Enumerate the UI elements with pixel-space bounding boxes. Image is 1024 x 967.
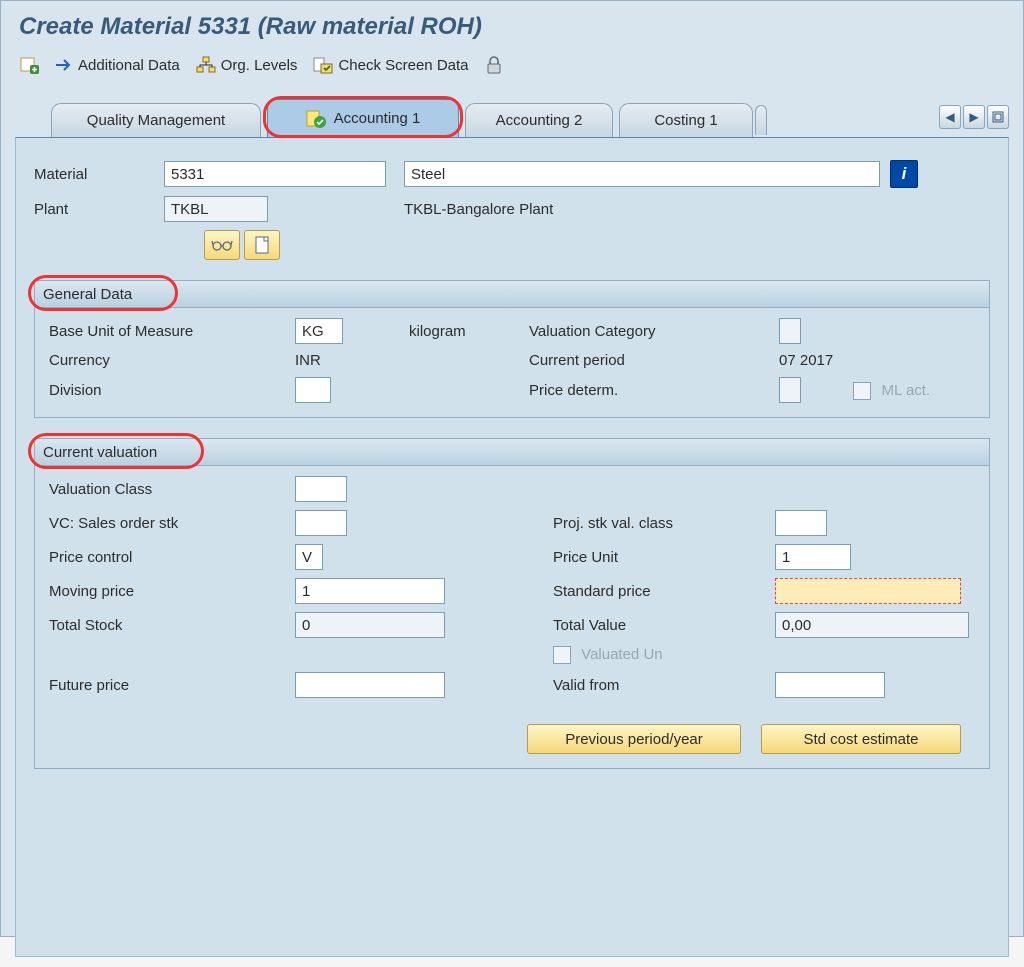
additional-data-button[interactable]: Additional Data <box>55 57 180 74</box>
check-data-icon <box>313 56 333 74</box>
division-field[interactable] <box>295 377 331 403</box>
valid-from-field[interactable] <box>775 672 885 698</box>
additional-data-label: Additional Data <box>78 57 180 74</box>
buom-field[interactable] <box>295 318 343 344</box>
display-button[interactable] <box>204 230 240 260</box>
price-unit-label: Price Unit <box>553 549 775 566</box>
currency-label: Currency <box>49 352 295 369</box>
price-control-label: Price control <box>49 549 295 566</box>
tab-panel: Material i Plant TKBL-Bangalore Plant <box>15 137 1009 957</box>
standard-price-label: Standard price <box>553 583 775 600</box>
org-levels-label: Org. Levels <box>221 57 298 74</box>
tab-quality-management[interactable]: Quality Management <box>51 103 261 137</box>
division-label: Division <box>49 382 295 399</box>
create-document-button[interactable] <box>244 230 280 260</box>
valuated-un-checkbox <box>553 646 571 664</box>
lock-icon <box>485 55 503 75</box>
material-label: Material <box>34 166 164 183</box>
general-data-header: General Data <box>34 280 990 308</box>
moving-price-label: Moving price <box>49 583 295 600</box>
total-stock-label: Total Stock <box>49 617 295 634</box>
future-price-label: Future price <box>49 677 295 694</box>
buom-text: kilogram <box>409 323 529 340</box>
plant-label: Plant <box>34 201 164 218</box>
triangle-right-icon: ▶ <box>969 110 978 124</box>
valuation-class-field[interactable] <box>295 476 347 502</box>
price-unit-field[interactable] <box>775 544 851 570</box>
check-sheet-icon <box>306 110 326 128</box>
material-field[interactable] <box>164 161 386 187</box>
vc-sales-field[interactable] <box>295 510 347 536</box>
valid-from-label: Valid from <box>553 677 775 694</box>
new-material-button[interactable] <box>19 55 39 75</box>
ml-act-checkbox <box>853 382 871 400</box>
future-price-field[interactable] <box>295 672 445 698</box>
current-period-label: Current period <box>529 352 779 369</box>
price-determ-label: Price determ. <box>529 382 779 399</box>
info-icon: i <box>902 164 907 184</box>
plant-field <box>164 196 268 222</box>
tabstrip: Quality Management Accounting 1 Accounti… <box>15 99 1009 137</box>
info-button[interactable]: i <box>890 160 918 188</box>
plant-description-text: TKBL-Bangalore Plant <box>404 201 553 218</box>
lock-button[interactable] <box>485 55 503 75</box>
valuated-un-label: Valuated Un <box>581 646 662 663</box>
check-screen-data-label: Check Screen Data <box>338 57 468 74</box>
valuation-category-label: Valuation Category <box>529 323 779 340</box>
tab-list-all-button[interactable] <box>987 105 1009 129</box>
tab-accounting-2[interactable]: Accounting 2 <box>465 103 613 137</box>
moving-price-field[interactable] <box>295 578 445 604</box>
vc-sales-label: VC: Sales order stk <box>49 515 295 532</box>
total-value-label: Total Value <box>553 617 775 634</box>
current-period-value: 07 2017 <box>779 352 979 369</box>
hierarchy-icon <box>196 56 216 74</box>
tab-scroll-left-button[interactable]: ◀ <box>939 105 961 129</box>
triangle-left-icon: ◀ <box>945 110 954 124</box>
previous-period-button[interactable]: Previous period/year <box>527 724 741 754</box>
std-cost-estimate-button[interactable]: Std cost estimate <box>761 724 961 754</box>
org-levels-button[interactable]: Org. Levels <box>196 56 298 74</box>
ml-act-label: ML act. <box>882 382 931 399</box>
page-title: Create Material 5331 (Raw material ROH) <box>1 1 1023 55</box>
new-with-plus-icon <box>19 55 39 75</box>
valuation-class-label: Valuation Class <box>49 481 295 498</box>
tab-overflow-indicator <box>755 105 767 135</box>
total-stock-field <box>295 612 445 638</box>
standard-price-field[interactable] <box>775 578 961 604</box>
total-value-field <box>775 612 969 638</box>
tab-scroll-right-button[interactable]: ▶ <box>963 105 985 129</box>
buom-label: Base Unit of Measure <box>49 323 295 340</box>
tab-costing-1[interactable]: Costing 1 <box>619 103 753 137</box>
glasses-icon <box>211 238 233 252</box>
price-determ-field <box>779 377 801 403</box>
proj-stk-field[interactable] <box>775 510 827 536</box>
arrow-right-icon <box>55 58 73 72</box>
current-valuation-header: Current valuation <box>34 438 990 466</box>
valuation-category-field <box>779 318 801 344</box>
tab-list-icon <box>992 111 1004 123</box>
document-icon <box>254 236 270 254</box>
price-control-field[interactable] <box>295 544 323 570</box>
currency-value: INR <box>295 352 409 369</box>
check-screen-data-button[interactable]: Check Screen Data <box>313 56 468 74</box>
tab-accounting-1[interactable]: Accounting 1 <box>267 99 459 137</box>
proj-stk-label: Proj. stk val. class <box>553 515 775 532</box>
toolbar: Additional Data Org. Levels Check Screen… <box>1 55 1023 85</box>
material-description-field[interactable] <box>404 161 880 187</box>
